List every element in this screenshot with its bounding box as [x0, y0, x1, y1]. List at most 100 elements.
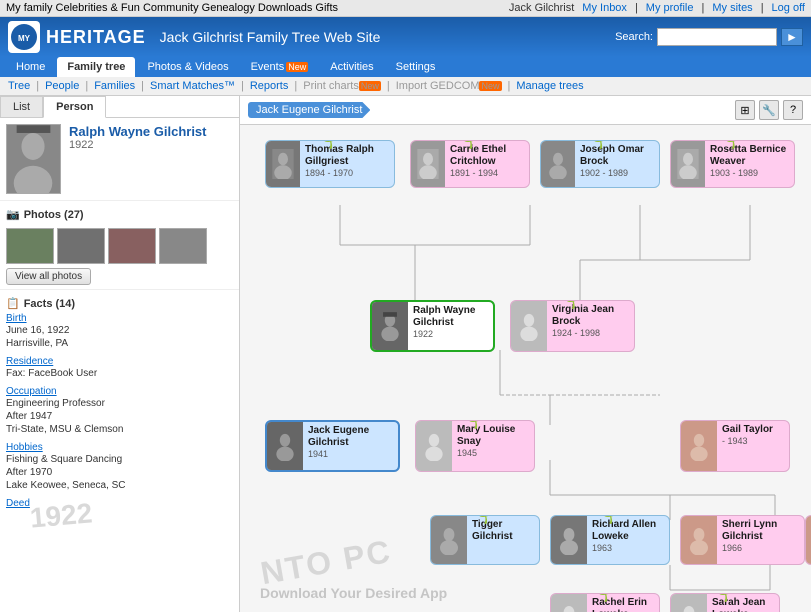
nav-gifts[interactable]: Gifts	[315, 2, 338, 14]
nav-celebrities[interactable]: Celebrities & Fun	[56, 2, 140, 14]
subnav-tree[interactable]: Tree	[8, 80, 30, 92]
brand-name: HERITAGE	[46, 27, 146, 48]
leaf-icon-rachel: 🌱	[596, 593, 613, 603]
leaf-icon-tigger: 🌱	[476, 515, 493, 525]
subnav-people[interactable]: People	[45, 80, 79, 92]
photo-thumb-2[interactable]	[57, 228, 105, 264]
main-navigation: Home Family tree Photos & Videos EventsN…	[0, 57, 811, 77]
search-input[interactable]	[657, 28, 777, 46]
tab-photos-videos[interactable]: Photos & Videos	[137, 57, 238, 77]
card-virginia[interactable]: 🌱 Virginia Jean Brock 1924 - 1998	[510, 300, 635, 352]
nav-downloads[interactable]: Downloads	[258, 2, 312, 14]
new-badge-events: New	[286, 62, 308, 72]
card-photo-thomas	[266, 141, 300, 187]
photo-thumb-1[interactable]	[6, 228, 54, 264]
card-years-joseph: 1902 - 1989	[580, 168, 654, 178]
tab-settings[interactable]: Settings	[386, 57, 446, 77]
subnav-manage-trees[interactable]: Manage trees	[516, 80, 583, 92]
fact-deed: Deed Straight A Student1942	[6, 498, 233, 509]
tab-list[interactable]: List	[0, 96, 43, 117]
card-photo-jack	[267, 422, 303, 470]
fact-birth-label[interactable]: Birth	[6, 313, 233, 324]
card-thomas[interactable]: 🌱 Thomas Ralph Gillgriest 1894 - 1970	[265, 140, 395, 188]
nav-sites[interactable]: My sites	[712, 2, 752, 14]
card-info-thomas: Thomas Ralph Gillgriest 1894 - 1970	[300, 141, 394, 187]
card-name-thomas: Thomas Ralph Gillgriest	[305, 144, 389, 168]
card-name-rosetta: Rosetta Bernice Weaver	[710, 144, 789, 168]
nav-logoff[interactable]: Log off	[772, 2, 805, 14]
facts-section: 📋 Facts (14) Birth June 16, 1922Harrisvi…	[0, 289, 239, 509]
tree-canvas: 🌱 Thomas Ralph Gillgriest 1894 - 1970 🌱 …	[240, 125, 811, 612]
person-details: Ralph Wayne Gilchrist 1922	[69, 124, 233, 151]
facts-icon: 📋	[6, 297, 20, 310]
tree-help-button[interactable]: ?	[783, 100, 803, 120]
photo-thumb-4[interactable]	[159, 228, 207, 264]
nav-genealogy[interactable]: Genealogy	[202, 2, 255, 14]
card-partial-right[interactable]: P...	[805, 515, 811, 565]
photo-thumb-3[interactable]	[108, 228, 156, 264]
tree-resize-button[interactable]: ⊞	[735, 100, 755, 120]
card-ralph[interactable]: Ralph Wayne Gilchrist 1922	[370, 300, 495, 352]
card-richard[interactable]: 🌱 Richard Allen Loweke 1963	[550, 515, 670, 565]
card-years-thomas: 1894 - 1970	[305, 168, 389, 178]
leaf-icon-carrie: 🌱	[461, 140, 478, 150]
subnav-reports[interactable]: Reports	[250, 80, 289, 92]
nav-community[interactable]: Community	[143, 2, 199, 14]
card-years-richard: 1963	[592, 543, 664, 553]
site-header: MY HERITAGE Jack Gilchrist Family Tree W…	[0, 17, 811, 57]
search-button[interactable]: ►	[781, 28, 803, 46]
top-nav-left: My family Celebrities & Fun Community Ge…	[6, 2, 338, 14]
panel-tabs: List Person	[0, 96, 239, 118]
card-info-richard: Richard Allen Loweke 1963	[587, 516, 669, 564]
tab-person[interactable]: Person	[43, 96, 106, 118]
subnav-families[interactable]: Families	[94, 80, 135, 92]
top-nav-right: Jack Gilchrist My Inbox | My profile | M…	[509, 2, 805, 14]
fact-occupation: Occupation Engineering ProfessorAfter 19…	[6, 386, 233, 436]
tab-events[interactable]: EventsNew	[241, 57, 319, 77]
card-years-jack: 1941	[308, 449, 393, 459]
person-birth-year: 1922	[69, 139, 233, 151]
fact-deed-label[interactable]: Deed	[6, 498, 233, 509]
card-sherri[interactable]: Sherri Lynn Gilchrist 1966	[680, 515, 805, 565]
tree-wrench-button[interactable]: 🔧	[759, 100, 779, 120]
card-photo-joseph	[541, 141, 575, 187]
card-carrie[interactable]: 🌱 Carrie Ethel Critchlow 1891 - 1994	[410, 140, 530, 188]
card-name-sherri: Sherri Lynn Gilchrist	[722, 519, 799, 543]
card-photo-tigger	[431, 516, 467, 564]
tab-activities[interactable]: Activities	[320, 57, 383, 77]
new-badge-gedcom: New	[479, 81, 501, 91]
fact-birth-value: June 16, 1922Harrisville, PA	[6, 324, 233, 350]
card-gail[interactable]: Gail Taylor - 1943	[680, 420, 790, 472]
subnav-print-charts[interactable]: Print chartsNew	[303, 80, 381, 92]
card-tigger[interactable]: 🌱 Tigger Gilchrist	[430, 515, 540, 565]
nav-inbox[interactable]: My Inbox	[582, 2, 627, 14]
card-jack[interactable]: Jack Eugene Gilchrist 1941	[265, 420, 400, 472]
card-mary[interactable]: 🌱 Mary Louise Snay 1945	[415, 420, 535, 472]
fact-occupation-label[interactable]: Occupation	[6, 386, 233, 397]
new-badge-print: New	[359, 81, 381, 91]
fact-hobbies-label[interactable]: Hobbies	[6, 442, 233, 453]
leaf-icon-rosetta: 🌱	[724, 140, 741, 150]
tree-breadcrumb[interactable]: Jack Eugene Gilchrist	[248, 102, 370, 118]
nav-profile[interactable]: My profile	[646, 2, 694, 14]
subnav-import-gedcom[interactable]: Import GEDCOMNew	[396, 80, 502, 92]
card-joseph[interactable]: 🌱 Joseph Omar Brock 1902 - 1989	[540, 140, 660, 188]
card-photo-sarah	[671, 594, 707, 612]
photo-icon: 📷	[6, 208, 20, 221]
nav-my-family[interactable]: My family	[6, 2, 52, 14]
leaf-icon-richard: 🌱	[601, 515, 618, 525]
subnav-smart-matches[interactable]: Smart Matches™	[150, 80, 235, 92]
card-info-sherri: Sherri Lynn Gilchrist 1966	[717, 516, 804, 564]
fact-residence-label[interactable]: Residence	[6, 356, 233, 367]
search-area: Search: ►	[615, 28, 803, 46]
card-sarah[interactable]: 🌱 Sarah Jean Loweke	[670, 593, 780, 612]
facts-section-header: 📋 Facts (14)	[6, 294, 233, 313]
card-name-gail: Gail Taylor	[722, 424, 784, 436]
view-all-photos-button[interactable]: View all photos	[6, 268, 91, 285]
photos-grid	[6, 228, 233, 264]
tab-home[interactable]: Home	[6, 57, 55, 77]
card-rosetta[interactable]: 🌱 Rosetta Bernice Weaver 1903 - 1989	[670, 140, 795, 188]
card-rachel[interactable]: 🌱 Rachel Erin Loweke 1996	[550, 593, 660, 612]
search-label: Search:	[615, 31, 653, 43]
tab-family-tree[interactable]: Family tree	[57, 57, 135, 77]
